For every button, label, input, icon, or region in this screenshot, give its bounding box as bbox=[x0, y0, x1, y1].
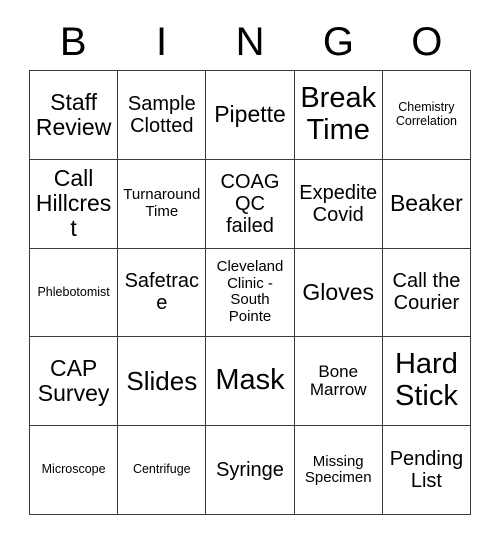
bingo-cell-g5[interactable]: Missing Specimen bbox=[294, 426, 383, 515]
bingo-cell-b2[interactable]: Call Hillcrest bbox=[30, 159, 119, 249]
bingo-cell-text: Pipette bbox=[214, 101, 286, 128]
bingo-cell-o4[interactable]: Hard Stick bbox=[382, 337, 472, 427]
bingo-row: CAP Survey Slides Mask Bone Marrow Hard … bbox=[30, 337, 472, 427]
bingo-row: Staff Review Sample Clotted Pipette Brea… bbox=[30, 71, 472, 160]
bingo-cell-g4[interactable]: Bone Marrow bbox=[294, 337, 383, 427]
bingo-cell-text: CAP Survey bbox=[37, 354, 110, 407]
bingo-cell-o2[interactable]: Beaker bbox=[382, 159, 472, 249]
bingo-cell-text: Gloves bbox=[302, 278, 374, 305]
bingo-cell-text: Chemistry Correlation bbox=[395, 100, 457, 128]
bingo-cell-i2[interactable]: Turnaround Time bbox=[118, 159, 207, 249]
bingo-cell-text: Staff Review bbox=[35, 88, 112, 140]
bingo-row: Call Hillcrest Turnaround Time COAG QC f… bbox=[30, 159, 472, 249]
bingo-cell-text: Cleveland Clinic - South Pointe bbox=[216, 258, 284, 325]
bingo-cell-n2[interactable]: COAG QC failed bbox=[206, 159, 295, 249]
bingo-cell-b5[interactable]: Microscope bbox=[30, 426, 119, 515]
bingo-cell-text: Bone Marrow bbox=[309, 361, 367, 400]
header-letter-text: G bbox=[322, 20, 354, 64]
bingo-cell-b1[interactable]: Staff Review bbox=[30, 71, 119, 160]
bingo-cell-text: Missing Specimen bbox=[304, 452, 372, 487]
bingo-cell-text: Centrifuge bbox=[132, 462, 191, 477]
bingo-cell-text: COAG QC failed bbox=[220, 170, 280, 237]
bingo-cell-n1[interactable]: Pipette bbox=[206, 71, 295, 160]
bingo-cell-o1[interactable]: Chemistry Correlation bbox=[382, 71, 472, 160]
bingo-row: Microscope Centrifuge Syringe Missing Sp… bbox=[30, 426, 472, 515]
bingo-cell-b3[interactable]: Phlebotomist bbox=[30, 248, 119, 338]
bingo-cell-text: Call Hillcrest bbox=[35, 164, 112, 242]
bingo-header-letter-b: B bbox=[29, 14, 117, 70]
bingo-cell-text: Turnaround Time bbox=[123, 186, 201, 220]
bingo-cell-text: Syringe bbox=[216, 459, 284, 482]
bingo-cell-text: Phlebotomist bbox=[37, 284, 110, 299]
bingo-cell-text: Microscope bbox=[41, 462, 106, 477]
bingo-header-letter-i: I bbox=[117, 14, 205, 70]
bingo-cell-text: Hard Stick bbox=[394, 348, 458, 413]
header-letter-text: B bbox=[59, 20, 87, 64]
header-letter-text: O bbox=[411, 20, 443, 64]
bingo-header-letter-g: G bbox=[294, 14, 382, 70]
bingo-cell-text: Safetrace bbox=[124, 270, 200, 315]
bingo-cell-b4[interactable]: CAP Survey bbox=[30, 337, 119, 427]
bingo-cell-text: Mask bbox=[215, 364, 285, 397]
bingo-header-row: B I N G O bbox=[29, 14, 471, 70]
bingo-cell-i4[interactable]: Slides bbox=[118, 337, 207, 427]
bingo-cell-text: Sample Clotted bbox=[127, 92, 196, 137]
bingo-cell-text: Call the Courier bbox=[392, 270, 461, 315]
bingo-header-letter-n: N bbox=[206, 14, 294, 70]
bingo-cell-g2[interactable]: Expedite Covid bbox=[294, 159, 383, 249]
bingo-cell-i1[interactable]: Sample Clotted bbox=[118, 71, 207, 160]
bingo-cell-text: Expedite Covid bbox=[299, 181, 378, 226]
bingo-grid: Staff Review Sample Clotted Pipette Brea… bbox=[29, 70, 472, 515]
bingo-cell-n5[interactable]: Syringe bbox=[206, 426, 295, 515]
bingo-header-letter-o: O bbox=[383, 14, 471, 70]
bingo-cell-n4[interactable]: Mask bbox=[206, 337, 295, 427]
bingo-cell-text: Slides bbox=[126, 365, 198, 396]
bingo-cell-text: Beaker bbox=[389, 190, 463, 217]
bingo-cell-o3[interactable]: Call the Courier bbox=[382, 248, 472, 338]
bingo-cell-n3[interactable]: Cleveland Clinic - South Pointe bbox=[206, 248, 295, 338]
header-letter-text: I bbox=[156, 20, 168, 64]
bingo-cell-o5[interactable]: Pending List bbox=[382, 426, 472, 515]
bingo-card: B I N G O Staff Review Sample Clotted Pi… bbox=[0, 0, 500, 544]
bingo-cell-text: Pending List bbox=[389, 448, 464, 493]
bingo-cell-i5[interactable]: Centrifuge bbox=[118, 426, 207, 515]
bingo-cell-i3[interactable]: Safetrace bbox=[118, 248, 207, 338]
bingo-cell-g1[interactable]: Break Time bbox=[294, 71, 383, 160]
bingo-cell-text: Break Time bbox=[300, 82, 377, 146]
bingo-row: Phlebotomist Safetrace Cleveland Clinic … bbox=[30, 248, 472, 338]
header-letter-text: N bbox=[235, 20, 265, 64]
bingo-cell-g3[interactable]: Gloves bbox=[294, 248, 383, 338]
